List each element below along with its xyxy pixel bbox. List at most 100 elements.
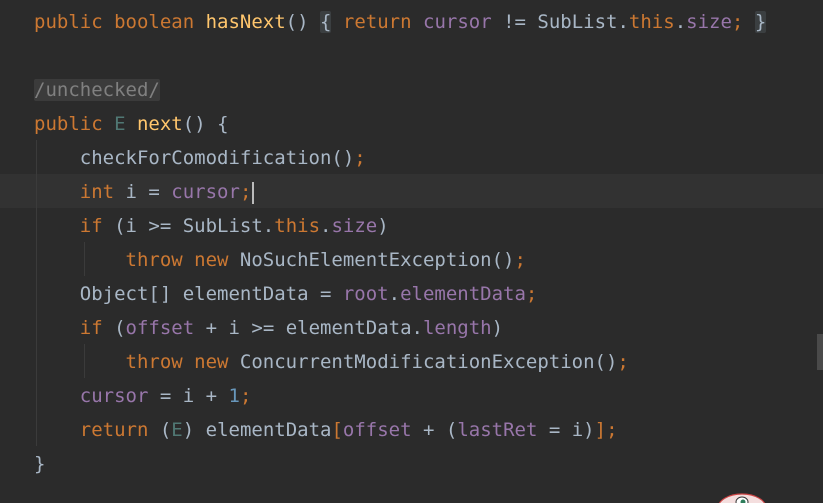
code-line[interactable]: int i = cursor;	[0, 175, 823, 209]
code-token: ) elementData	[182, 419, 332, 441]
code-token: int	[79, 181, 126, 203]
code-token: new	[194, 249, 240, 271]
code-line-text: int i = cursor;	[34, 175, 255, 209]
code-token: ;	[731, 11, 744, 33]
code-token: Object[] elementData =	[34, 283, 343, 305]
code-token: (i >= SubList.	[114, 215, 275, 237]
code-token: ;	[239, 181, 252, 203]
code-token: cursor	[171, 181, 240, 203]
code-token: .	[388, 283, 401, 305]
code-line-text: public boolean hasNext() { return cursor…	[34, 5, 767, 39]
code-token: this	[628, 11, 675, 33]
code-token: )	[491, 317, 504, 339]
code-token: NoSuchElementException()	[239, 249, 515, 271]
code-token: return	[342, 11, 423, 33]
code-token: ;	[354, 147, 366, 169]
code-token: public	[34, 11, 115, 33]
code-token: root	[342, 283, 389, 305]
code-token: )	[377, 215, 389, 237]
code-line-text: return (E) elementData[offset + (lastRet…	[34, 413, 618, 447]
code-token: boolean	[114, 11, 206, 33]
code-line[interactable]: if (offset + i >= elementData.length)	[0, 311, 823, 345]
code-line[interactable]: return (E) elementData[offset + (lastRet…	[0, 413, 823, 447]
code-token: ;	[525, 283, 538, 305]
code-line-text: if (i >= SubList.this.size)	[34, 209, 389, 243]
code-token: i =	[125, 181, 172, 203]
code-token: ConcurrentModificationException()	[239, 351, 618, 373]
code-token: throw	[125, 351, 195, 373]
code-token: lastRet	[457, 419, 538, 441]
code-line-text: cursor = i + 1;	[34, 379, 252, 413]
code-line[interactable]: if (i >= SubList.this.size)	[0, 209, 823, 243]
code-line-text: throw new ConcurrentModificationExceptio…	[34, 345, 629, 379]
code-token: return	[79, 419, 160, 441]
code-token: + (	[411, 419, 458, 441]
code-line-text: /unchecked/	[34, 73, 160, 107]
code-line-text: checkForComodification();	[34, 141, 366, 175]
vertical-scrollbar-thumb[interactable]	[817, 334, 823, 370]
code-line[interactable]: cursor = i + 1;	[0, 379, 823, 413]
code-line[interactable]: checkForComodification();	[0, 141, 823, 175]
code-token: offset	[342, 419, 412, 441]
code-token: E	[114, 113, 126, 135]
code-token: .	[674, 11, 687, 33]
code-token: checkForComodification()	[34, 147, 355, 169]
code-token: public	[34, 113, 115, 135]
code-token: E	[171, 419, 183, 441]
code-token: cursor	[423, 11, 492, 33]
code-editor[interactable]: public boolean hasNext () { return cursor…	[0, 0, 823, 503]
code-line[interactable]: throw new NoSuchElementException();	[0, 243, 823, 277]
code-line[interactable]: /unchecked/	[0, 73, 823, 107]
code-token: ]	[594, 419, 607, 441]
code-token: }	[34, 453, 46, 475]
code-token: ;	[617, 351, 629, 373]
code-token: hasNext	[205, 11, 286, 33]
code-token: length	[422, 317, 492, 339]
code-token: .	[320, 215, 332, 237]
code-token: != SubList.	[491, 11, 629, 33]
code-line-text: public E next() {	[34, 107, 229, 141]
code-line[interactable]: public boolean hasNext() { return cursor…	[0, 5, 823, 39]
code-token: [	[331, 419, 343, 441]
code-token: }	[754, 11, 767, 33]
code-line[interactable]: }	[0, 447, 823, 481]
code-token: (	[159, 419, 172, 441]
code-line-text: if (offset + i >= elementData.length)	[34, 311, 503, 345]
code-line[interactable]	[0, 39, 823, 73]
code-token: new	[194, 351, 240, 373]
code-token: () {	[182, 113, 229, 135]
code-token: ;	[514, 249, 526, 271]
code-token: offset	[125, 317, 195, 339]
editor-mascot-icon	[718, 493, 766, 503]
code-token: + i >= elementData.	[194, 317, 423, 339]
code-token: elementData	[400, 283, 526, 305]
text-caret	[252, 181, 255, 204]
code-token: throw	[125, 249, 195, 271]
code-token: ;	[606, 419, 618, 441]
code-token: = i +	[148, 385, 229, 407]
code-token: this	[274, 215, 321, 237]
code-token: 1	[228, 385, 240, 407]
code-token: = i)	[537, 419, 595, 441]
code-token: size	[686, 11, 732, 33]
code-token: next	[136, 113, 183, 135]
code-line[interactable]: Object[] elementData = root.elementData;	[0, 277, 823, 311]
code-token: if	[79, 215, 115, 237]
code-line-text: throw new NoSuchElementException();	[34, 243, 526, 277]
code-token: (	[114, 317, 126, 339]
code-line[interactable]: throw new ConcurrentModificationExceptio…	[0, 345, 823, 379]
code-line-text: }	[34, 447, 45, 481]
code-line[interactable]: public E next() {	[0, 107, 823, 141]
code-token: ()	[285, 11, 309, 33]
